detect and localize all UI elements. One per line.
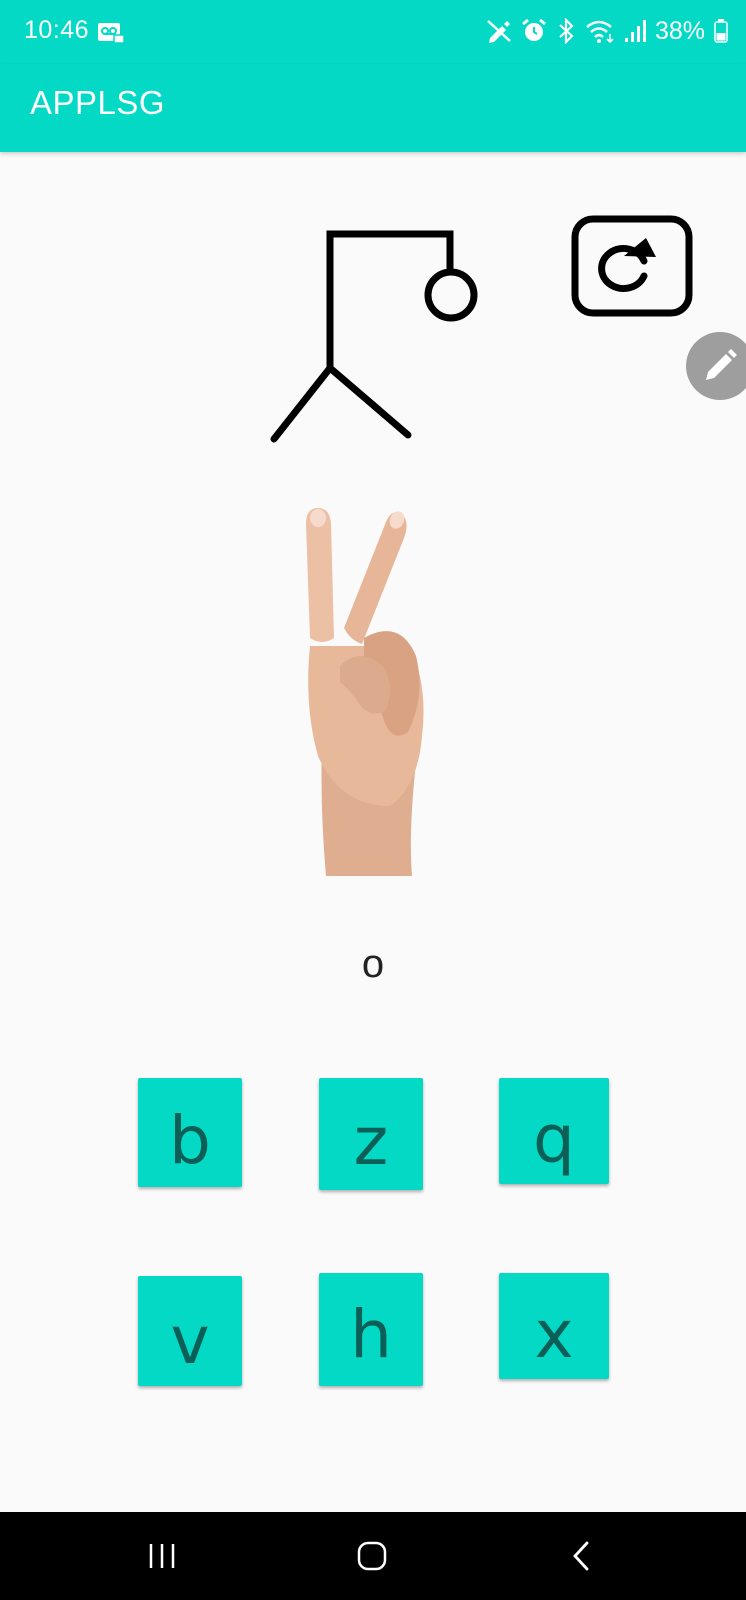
voicemail-icon: [97, 22, 125, 49]
wifi-icon: [585, 18, 615, 44]
alarm-icon: [521, 18, 547, 44]
letter-button-h[interactable]: h: [319, 1273, 423, 1386]
current-letter: o: [361, 942, 385, 986]
navigation-bar: [0, 1512, 746, 1600]
letter-button-q[interactable]: q: [499, 1078, 609, 1184]
app-bar: APPLSG: [0, 64, 746, 152]
pencil-icon: [706, 349, 737, 380]
letter-button-label: v: [170, 1302, 210, 1379]
letter-button-label: q: [533, 1101, 575, 1178]
hangman-drawing: [260, 226, 480, 451]
home-icon[interactable]: [356, 1540, 388, 1572]
letter-button-z[interactable]: z: [319, 1078, 423, 1190]
letter-button-label: b: [169, 1102, 211, 1179]
restart-button[interactable]: [570, 214, 694, 318]
letter-button-label: z: [353, 1103, 389, 1180]
battery-percent: 38%: [654, 17, 705, 45]
letter-button-label: h: [350, 1296, 392, 1373]
signal-icon: [624, 18, 646, 44]
letter-button-label: x: [534, 1296, 574, 1373]
restart-icon: [571, 215, 693, 317]
bluetooth-icon: [556, 18, 576, 44]
recent-apps-icon[interactable]: [148, 1542, 178, 1570]
pen-off-icon: [486, 18, 512, 44]
edit-fab-button[interactable]: [686, 332, 746, 400]
letter-button-b[interactable]: b: [138, 1078, 242, 1187]
hand-sign-image: [300, 506, 430, 887]
back-icon[interactable]: [570, 1540, 592, 1572]
status-time: 10:46: [24, 16, 90, 44]
app-title: APPLSG: [30, 84, 166, 121]
letter-button-x[interactable]: x: [499, 1273, 609, 1379]
status-icons: 38%: [486, 16, 728, 46]
status-bar: 10:46 38%: [0, 0, 746, 64]
letter-button-v[interactable]: v: [138, 1276, 242, 1386]
battery-icon: [714, 18, 728, 44]
